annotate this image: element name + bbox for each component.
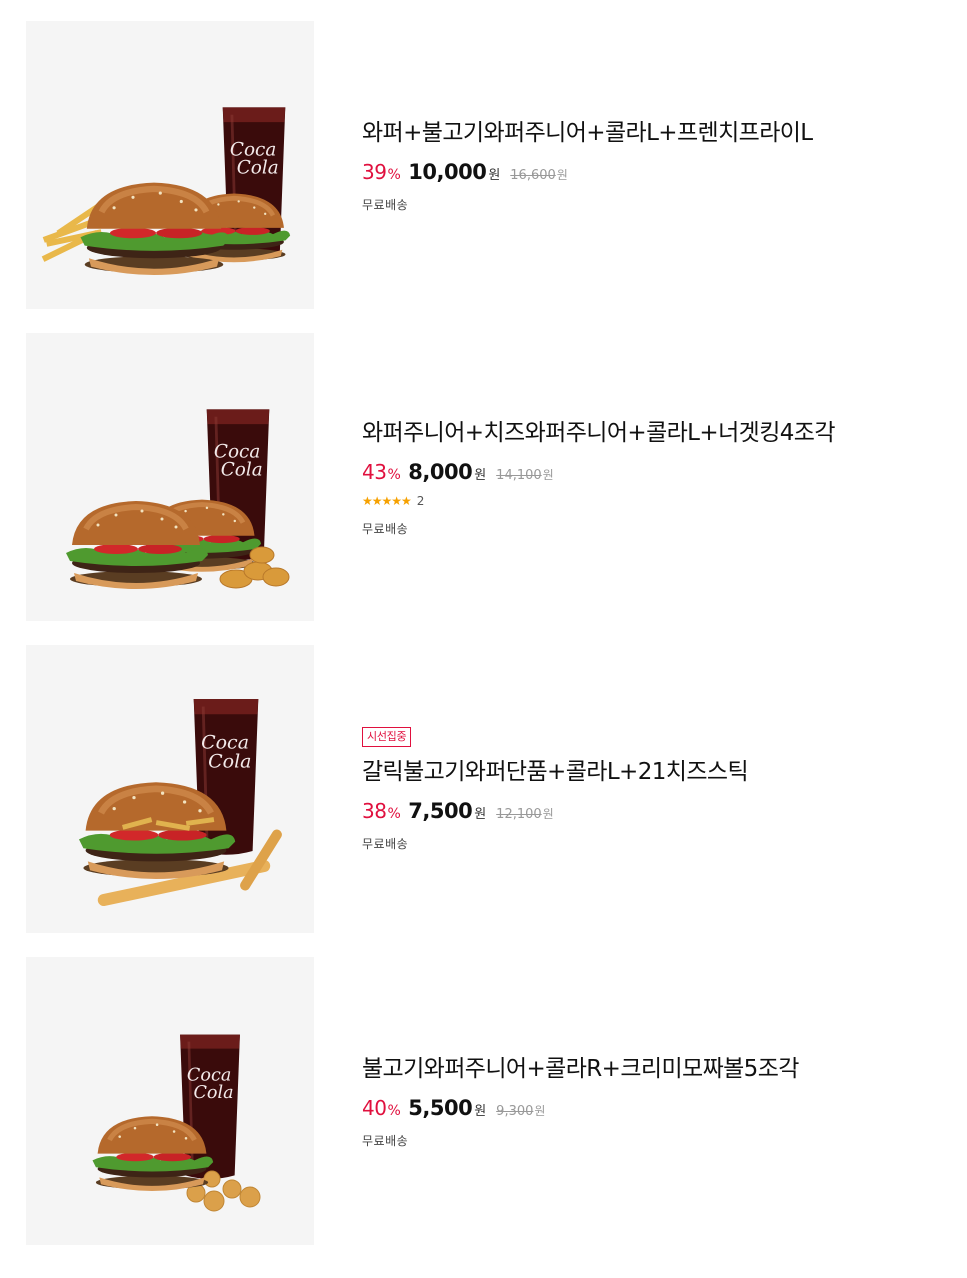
discount-rate: 40% [362,1095,401,1120]
sale-price: 5,500 [408,1095,473,1120]
product-title[interactable]: 갈릭불고기와퍼단품+콜라L+21치즈스틱 [362,757,922,787]
shipping-label: 무료배송 [362,1133,409,1148]
currency-label: 원 [488,167,501,183]
original-price: 12,100 [496,806,542,822]
sale-price: 10,000 [408,159,487,184]
price-row: 40% 5,500 원 9,300 원 [362,1096,922,1120]
promo-badge: 시선집중 [362,726,412,747]
product-title[interactable]: 와퍼주니어+치즈와퍼주니어+콜라L+너겟킹4조각 [362,418,922,448]
product-card[interactable]: 와퍼+불고기와퍼주니어+콜라L+프렌치프라이L 39% 10,000 원 16,… [26,21,926,309]
discount-rate: 43% [362,459,401,484]
price-row: 43% 8,000 원 14,100 원 [362,460,922,484]
original-price: 14,100 [496,467,542,483]
currency-label: 원 [542,806,554,821]
product-title[interactable]: 와퍼+불고기와퍼주니어+콜라L+프렌치프라이L [362,118,922,148]
discount-rate: 39% [362,159,401,184]
original-price: 9,300 [496,1103,534,1119]
currency-label: 원 [534,1103,546,1118]
discount-rate: 38% [362,798,401,823]
shipping-label: 무료배송 [362,197,409,212]
burger-set-nuggets-icon [26,408,290,621]
product-image[interactable] [26,957,314,1245]
currency-label: 원 [542,467,554,482]
shipping-label: 무료배송 [362,836,409,851]
product-title[interactable]: 불고기와퍼주니어+콜라R+크리미모짜볼5조각 [362,1054,922,1084]
price-row: 39% 10,000 원 16,600 원 [362,160,922,184]
currency-label: 원 [474,806,487,822]
sale-price: 7,500 [408,798,473,823]
product-image[interactable] [26,333,314,621]
product-image[interactable] [26,21,314,309]
currency-label: 원 [474,1103,487,1119]
product-image[interactable] [26,645,314,933]
product-card[interactable]: 와퍼주니어+치즈와퍼주니어+콜라L+너겟킹4조각 43% 8,000 원 14,… [26,333,926,621]
sale-price: 8,000 [408,459,473,484]
price-row: 38% 7,500 원 12,100 원 [362,799,922,823]
original-price: 16,600 [510,167,556,183]
burger-set-fries-icon [41,106,314,309]
currency-label: 원 [556,167,568,182]
review-count: 2 [416,493,425,508]
product-card[interactable]: 시선집중 갈릭불고기와퍼단품+콜라L+21치즈스틱 38% 7,500 원 12… [26,645,926,933]
product-card[interactable]: 불고기와퍼주니어+콜라R+크리미모짜볼5조각 40% 5,500 원 9,300… [26,957,926,1245]
burger-set-mozzaball-icon [26,1033,261,1212]
shipping-label: 무료배송 [362,521,409,536]
rating[interactable]: ★★★★★ 2 [362,494,922,508]
star-rating-icon: ★★★★★ [362,493,412,508]
burger-set-cheesestick-icon [26,697,282,907]
currency-label: 원 [474,467,487,483]
